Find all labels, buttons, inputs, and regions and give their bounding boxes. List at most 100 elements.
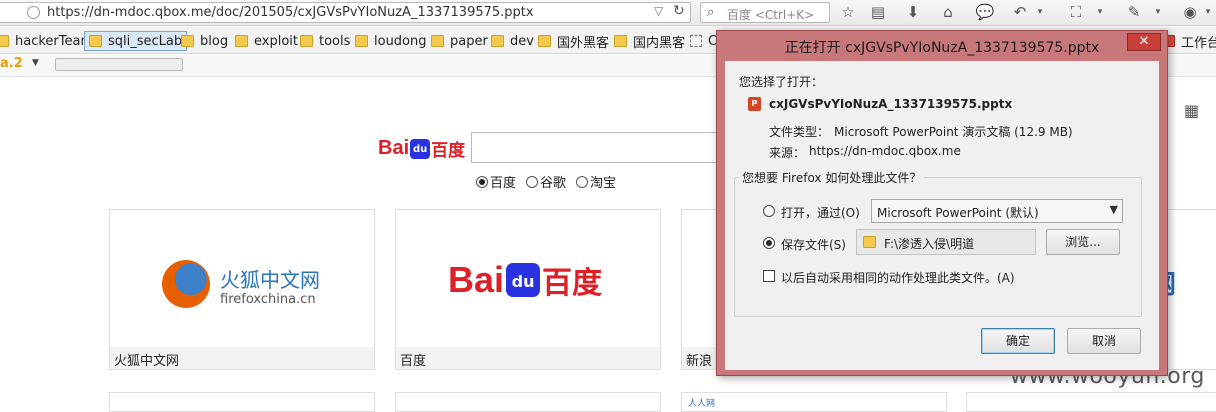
download-icon[interactable]: ⬇	[903, 2, 923, 22]
open-file-dialog: 正在打开 cxJGVsPvYIoNuzA_1337139575.pptx ✕ 您…	[716, 30, 1168, 376]
card-title: 火狐中文网	[220, 268, 320, 292]
addon-version[interactable]: a.2	[0, 56, 23, 71]
speed-dial-row2[interactable]	[109, 392, 375, 412]
save-path-field: F:\渗透入侵\明道	[856, 229, 1036, 255]
chat-icon[interactable]: 💬	[975, 2, 995, 22]
search-engine-options: 百度 谷歌 淘宝	[476, 172, 622, 191]
folder-icon	[181, 35, 194, 47]
open-with-label[interactable]: 打开，通过(O)	[781, 204, 860, 221]
engine-option-baidu[interactable]: 百度	[476, 172, 516, 191]
extension-icon[interactable]: ✎	[1124, 2, 1144, 22]
bookmark-app[interactable]: 工作台	[1162, 31, 1216, 51]
bookmark-folder[interactable]: 国外黑客	[538, 31, 609, 51]
open-with-radio[interactable]	[763, 205, 775, 217]
speed-dial-row2[interactable]	[395, 392, 661, 412]
speed-dial-firefoxchina[interactable]: 火狐中文网 firefoxchina.cn 火狐中文网	[109, 209, 375, 370]
bookmark-label: 工作台	[1181, 35, 1216, 51]
auto-action-label[interactable]: 以后自动采用相同的动作处理此类文件。(A)	[781, 269, 1015, 286]
url-bar[interactable]: https://dn-mdoc.qbox.me/doc/201505/cxJGV…	[0, 2, 691, 23]
dialog-titlebar[interactable]: 正在打开 cxJGVsPvYIoNuzA_1337139575.pptx ✕	[717, 31, 1167, 61]
engine-option-google[interactable]: 谷歌	[526, 172, 566, 191]
bookmark-label: 国外黑客	[557, 35, 610, 51]
radio-button[interactable]	[476, 175, 488, 188]
bookmark-star-icon[interactable]: ☆	[838, 2, 858, 22]
folder-icon	[89, 35, 102, 47]
card-subtitle: firefoxchina.cn	[220, 292, 316, 307]
navigation-toolbar: https://dn-mdoc.qbox.me/doc/201505/cxJGV…	[0, 0, 1216, 26]
bookmark-folder[interactable]: loudong	[355, 31, 427, 51]
powerpoint-file-icon: P	[748, 97, 761, 111]
folder-icon	[491, 35, 504, 47]
bookmark-label: blog	[200, 33, 229, 49]
url-text[interactable]: https://dn-mdoc.qbox.me/doc/201505/cxJGV…	[47, 5, 534, 20]
card-label: 火狐中文网	[110, 347, 374, 369]
bookmark-folder[interactable]: 国内黑客	[614, 31, 685, 51]
url-history-dropdown-icon[interactable]: ▽	[654, 4, 663, 18]
bookmark-label: paper	[450, 33, 488, 49]
bookmark-folder[interactable]: hackerTeam	[0, 31, 93, 51]
crop-icon[interactable]: ⛶	[1066, 2, 1086, 22]
folder-icon	[300, 35, 313, 47]
menu-icon[interactable]: ◉	[1180, 2, 1200, 22]
chevron-down-icon: ▼	[1109, 203, 1118, 216]
ok-button[interactable]: 确定	[981, 328, 1055, 354]
undo-dropdown-icon[interactable]: ▾	[1030, 2, 1050, 22]
bookmark-folder-active[interactable]: sqli_secLab	[84, 31, 188, 51]
search-box[interactable]: ⌕ 百度 <Ctrl+K>	[700, 2, 830, 23]
folder-icon	[538, 35, 551, 47]
speed-dial-row2[interactable]	[966, 392, 1216, 412]
close-icon[interactable]: ✕	[1127, 33, 1161, 51]
open-with-app-value: Microsoft PowerPoint (默认)	[877, 206, 1039, 220]
chosen-label: 您选择了打开：	[739, 75, 824, 89]
addon-input[interactable]	[55, 58, 183, 71]
folder-icon	[614, 35, 627, 47]
globe-icon	[27, 6, 40, 19]
speed-dial-baidu[interactable]: Bai du 百度 百度	[395, 209, 661, 370]
page-search-input[interactable]	[471, 132, 731, 163]
cancel-button[interactable]: 取消	[1067, 328, 1141, 354]
reading-list-icon[interactable]: ▤	[868, 2, 888, 22]
grid-icon[interactable]: ▦	[1184, 101, 1199, 120]
baidu-card-logo: Bai du 百度	[448, 258, 602, 302]
auto-action-checkbox[interactable]	[763, 270, 775, 282]
extension-dropdown-icon[interactable]: ▾	[1148, 2, 1168, 22]
bookmark-folder[interactable]: tools	[300, 31, 350, 51]
radio-button[interactable]	[576, 175, 589, 188]
menu-dropdown-icon[interactable]: ▾	[1198, 2, 1216, 22]
bookmark-page[interactable]: C	[690, 31, 717, 51]
radio-button[interactable]	[526, 175, 539, 188]
addon-dropdown-icon[interactable]: ▼	[32, 58, 39, 68]
undo-icon[interactable]: ↶	[1010, 2, 1030, 22]
open-with-app-select[interactable]: Microsoft PowerPoint (默认) ▼	[871, 199, 1123, 223]
page-icon	[690, 35, 702, 47]
bookmark-label: tools	[319, 33, 351, 49]
engine-label: 淘宝	[590, 176, 617, 191]
bookmark-folder[interactable]: blog	[181, 31, 228, 51]
source-value: https://dn-mdoc.qbox.me	[809, 144, 961, 158]
bookmark-label: sqli_secLab	[108, 33, 183, 49]
home-icon[interactable]: ⌂	[938, 2, 958, 22]
speed-dial-renren[interactable]: 人人网	[681, 392, 947, 412]
bookmark-folder[interactable]: exploit	[235, 31, 298, 51]
reload-icon[interactable]: ↻	[673, 3, 685, 19]
baidu-logo-bai: Bai	[378, 137, 410, 159]
dialog-body: 您选择了打开： P cxJGVsPvYIoNuzA_1337139575.ppt…	[725, 61, 1159, 370]
browse-button[interactable]: 浏览...	[1046, 229, 1120, 255]
bookmark-label: dev	[510, 33, 534, 49]
bookmark-label: hackerTeam	[15, 33, 94, 49]
file-type-value: Microsoft PowerPoint 演示文稿 (12.9 MB)	[834, 125, 1073, 139]
search-placeholder: 百度 <Ctrl+K>	[727, 8, 815, 22]
bookmark-folder[interactable]: dev	[491, 31, 534, 51]
search-icon: ⌕	[707, 5, 715, 20]
save-file-radio[interactable]	[763, 237, 775, 249]
folder-icon	[863, 236, 876, 248]
card-title: 人人网	[688, 399, 716, 409]
bookmark-folder[interactable]: paper	[431, 31, 488, 51]
bookmark-label: loudong	[374, 33, 427, 49]
save-file-label[interactable]: 保存文件(S)	[781, 236, 846, 253]
save-path-value: F:\渗透入侵\明道	[884, 237, 975, 251]
file-type-label: 文件类型：	[769, 125, 830, 139]
engine-option-taobao[interactable]: 淘宝	[576, 172, 616, 191]
crop-dropdown-icon[interactable]: ▾	[1090, 2, 1110, 22]
engine-label: 谷歌	[540, 176, 567, 191]
